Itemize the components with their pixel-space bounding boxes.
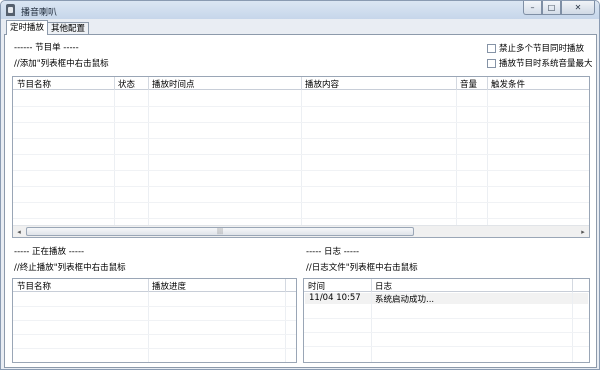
minimize-button[interactable]: –: [523, 1, 542, 15]
column-trigger[interactable]: 触发条件: [487, 78, 525, 90]
now-playing-table[interactable]: 节目名称 播放进度: [12, 278, 297, 363]
maximize-button[interactable]: □: [542, 1, 561, 15]
playlist-table[interactable]: 节目名称 状态 播放时间点 播放内容 音量 触发条件 ◂ ||| ▸: [12, 76, 590, 238]
no-simultaneous-checkbox[interactable]: 禁止多个节目同时播放: [487, 42, 584, 54]
column-program-name[interactable]: 节目名称: [13, 78, 51, 90]
close-button[interactable]: ✕: [561, 1, 595, 15]
checkbox-label: 禁止多个节目同时播放: [499, 44, 585, 54]
column-log[interactable]: 日志: [371, 280, 392, 292]
playlist-hint: //添加"列表框中右击鼠标: [14, 59, 109, 69]
column-time[interactable]: 时间: [304, 280, 325, 292]
max-volume-checkbox[interactable]: 播放节目时系统音量最大: [487, 57, 593, 69]
column-play-content[interactable]: 播放内容: [301, 78, 339, 90]
window-title: 播音喇叭: [21, 8, 58, 18]
now-playing-section-title: ----- 正在播放 -----: [14, 247, 85, 257]
log-table[interactable]: 时间 日志 11/04 10:57 系统启动成功...: [303, 278, 590, 363]
title-bar[interactable]: 播音喇叭 – □ ✕: [1, 1, 599, 19]
checkbox-label: 播放节目时系统音量最大: [499, 59, 593, 69]
tab-strip: 定时播放 其他配置: [6, 20, 90, 35]
log-hint: //日志文件"列表框中右击鼠标: [306, 263, 418, 273]
scroll-left-icon[interactable]: ◂: [13, 226, 25, 237]
column-play-progress[interactable]: 播放进度: [148, 280, 186, 292]
speaker-icon: [6, 4, 15, 16]
table-row[interactable]: 11/04 10:57 系统启动成功...: [305, 293, 588, 305]
main-window: 播音喇叭 – □ ✕ 定时播放 其他配置 ------ 节目单 ----- //…: [0, 0, 600, 370]
column-play-time[interactable]: 播放时间点: [148, 78, 195, 90]
playlist-section-title: ------ 节目单 -----: [14, 43, 79, 53]
checkbox-box[interactable]: [487, 58, 496, 68]
column-volume[interactable]: 音量: [456, 78, 477, 90]
log-table-header: 时间 日志: [304, 279, 589, 292]
log-time: 11/04 10:57: [309, 293, 361, 303]
log-section-title: ----- 日志 -----: [306, 247, 360, 257]
now-playing-hint: //终止播放"列表框中右击鼠标: [14, 263, 126, 273]
now-playing-table-header: 节目名称 播放进度: [13, 279, 296, 292]
checkbox-box[interactable]: [487, 43, 496, 53]
playlist-horizontal-scrollbar[interactable]: ◂ ||| ▸: [13, 225, 589, 237]
tab-scheduled-play[interactable]: 定时播放: [6, 20, 49, 35]
playlist-table-header: 节目名称 状态 播放时间点 播放内容 音量 触发条件: [13, 77, 589, 90]
scroll-right-icon[interactable]: ▸: [577, 226, 589, 237]
column-program-name[interactable]: 节目名称: [13, 280, 51, 292]
window-controls: – □ ✕: [523, 1, 595, 17]
scroll-thumb[interactable]: |||: [26, 227, 414, 236]
tab-panel: ------ 节目单 ----- //添加"列表框中右击鼠标 禁止多个节目同时播…: [4, 34, 597, 368]
column-status[interactable]: 状态: [114, 78, 135, 90]
log-message: 系统启动成功...: [375, 295, 435, 305]
